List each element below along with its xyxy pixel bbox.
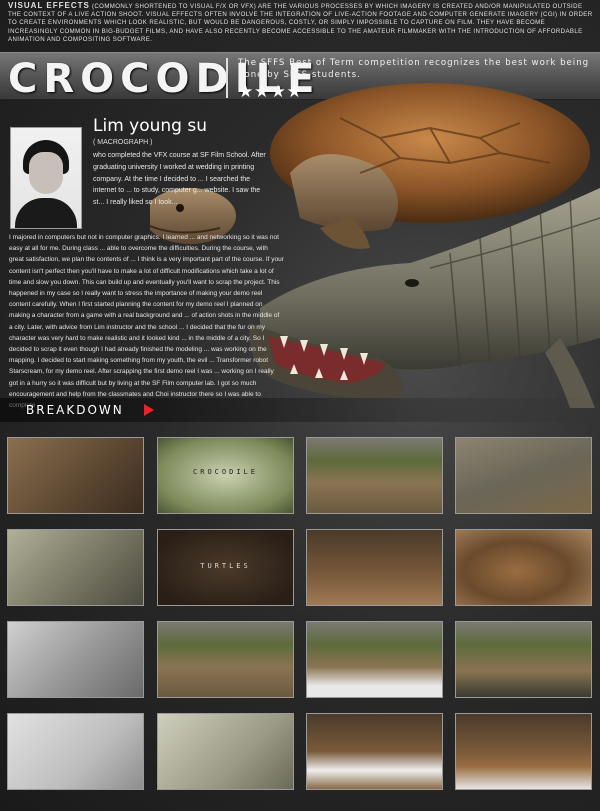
breakdown-thumbnail[interactable] (7, 437, 144, 514)
breakdown-thumbnail[interactable] (455, 713, 592, 790)
profile-bio-intro: who completed the VFX course at SF Film … (93, 152, 266, 207)
breakdown-thumbnail[interactable] (7, 529, 144, 606)
breakdown-thumbnail[interactable] (157, 621, 294, 698)
breakdown-thumbnail[interactable] (7, 713, 144, 790)
breakdown-thumbnail[interactable]: TURTLES (157, 529, 294, 606)
intro-paragraph: Visual effects (commonly shortened to vi… (8, 1, 594, 44)
profile-photo (10, 127, 82, 229)
intro-text: (commonly shortened to visual f/x or vfx… (8, 3, 593, 43)
breakdown-heading: BREAKDOWN (26, 403, 124, 417)
profile-bio-body: I majored in computers but not in comput… (9, 234, 284, 409)
breakdown-thumbnail[interactable] (455, 529, 592, 606)
thumbnail-label: CROCODILE (193, 468, 258, 476)
intro-lead: Visual effects (8, 1, 90, 10)
breakdown-thumbnail[interactable] (455, 437, 592, 514)
breakdown-thumbnail[interactable]: CROCODILE (157, 437, 294, 514)
breakdown-thumbnail[interactable] (7, 621, 144, 698)
breakdown-thumbnail[interactable] (306, 621, 443, 698)
breakdown-thumbnail[interactable] (306, 529, 443, 606)
breakdown-thumbnail[interactable] (157, 713, 294, 790)
thumbnail-label: TURTLES (200, 562, 251, 570)
profile-name: Lim young su (93, 116, 207, 136)
breakdown-thumbnail[interactable] (455, 621, 592, 698)
breakdown-thumbnail[interactable] (306, 437, 443, 514)
red-arrow-icon (144, 404, 154, 416)
breakdown-thumbnail[interactable] (306, 713, 443, 790)
profile-role: ( MACROGRAPH ) (93, 139, 153, 146)
